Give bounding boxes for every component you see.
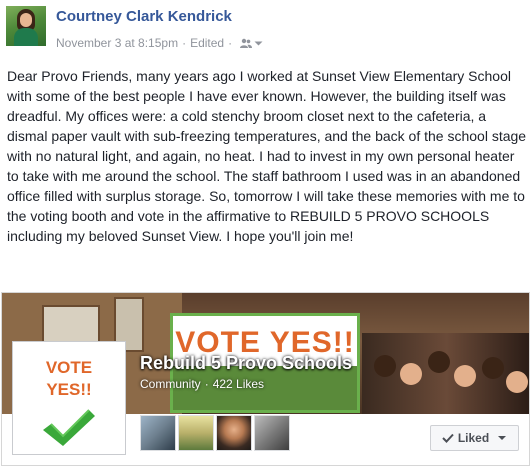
friends-icon	[240, 38, 253, 48]
edited-label[interactable]: Edited	[190, 36, 224, 50]
liked-label: Liked	[457, 431, 490, 445]
page-name-link[interactable]: Rebuild 5 Provo Schools	[140, 353, 352, 374]
page-share-card[interactable]: VOTE YES!! Rebuild 5 Provo Schools Commu…	[1, 292, 530, 466]
page-subtitle: Community · 422 Likes	[140, 377, 264, 391]
friend-avatar[interactable]	[216, 415, 252, 451]
post-body-text: Dear Provo Friends, many years ago I wor…	[7, 68, 527, 244]
subtitle-dot: ·	[204, 377, 209, 391]
post-header: Courtney Clark Kendrick November 3 at 8:…	[0, 0, 531, 60]
friend-avatar[interactable]	[254, 415, 290, 451]
checkmark-icon	[43, 409, 95, 446]
page-profile-picture[interactable]: VOTE YES!!	[12, 341, 126, 455]
profile-vote-text: VOTE	[45, 358, 93, 377]
check-icon	[442, 433, 454, 443]
profile-yes-text: YES!!	[46, 380, 92, 399]
audience-selector[interactable]	[240, 38, 263, 48]
page-category[interactable]: Community	[140, 377, 201, 391]
page-likes-count[interactable]: 422 Likes	[213, 377, 264, 391]
chevron-down-icon	[498, 436, 507, 440]
post-timestamp[interactable]: November 3 at 8:15pm	[56, 36, 178, 50]
friends-who-like-list	[140, 415, 290, 451]
chevron-down-icon	[254, 41, 263, 45]
friend-avatar[interactable]	[178, 415, 214, 451]
meta-separator-2: ·	[228, 36, 233, 50]
friend-avatar[interactable]	[140, 415, 176, 451]
author-name-link[interactable]: Courtney Clark Kendrick	[56, 8, 232, 25]
author-avatar[interactable]	[6, 6, 46, 46]
liked-button[interactable]: Liked	[430, 425, 519, 451]
post-meta: November 3 at 8:15pm · Edited ·	[56, 36, 263, 50]
meta-separator: ·	[182, 36, 187, 50]
